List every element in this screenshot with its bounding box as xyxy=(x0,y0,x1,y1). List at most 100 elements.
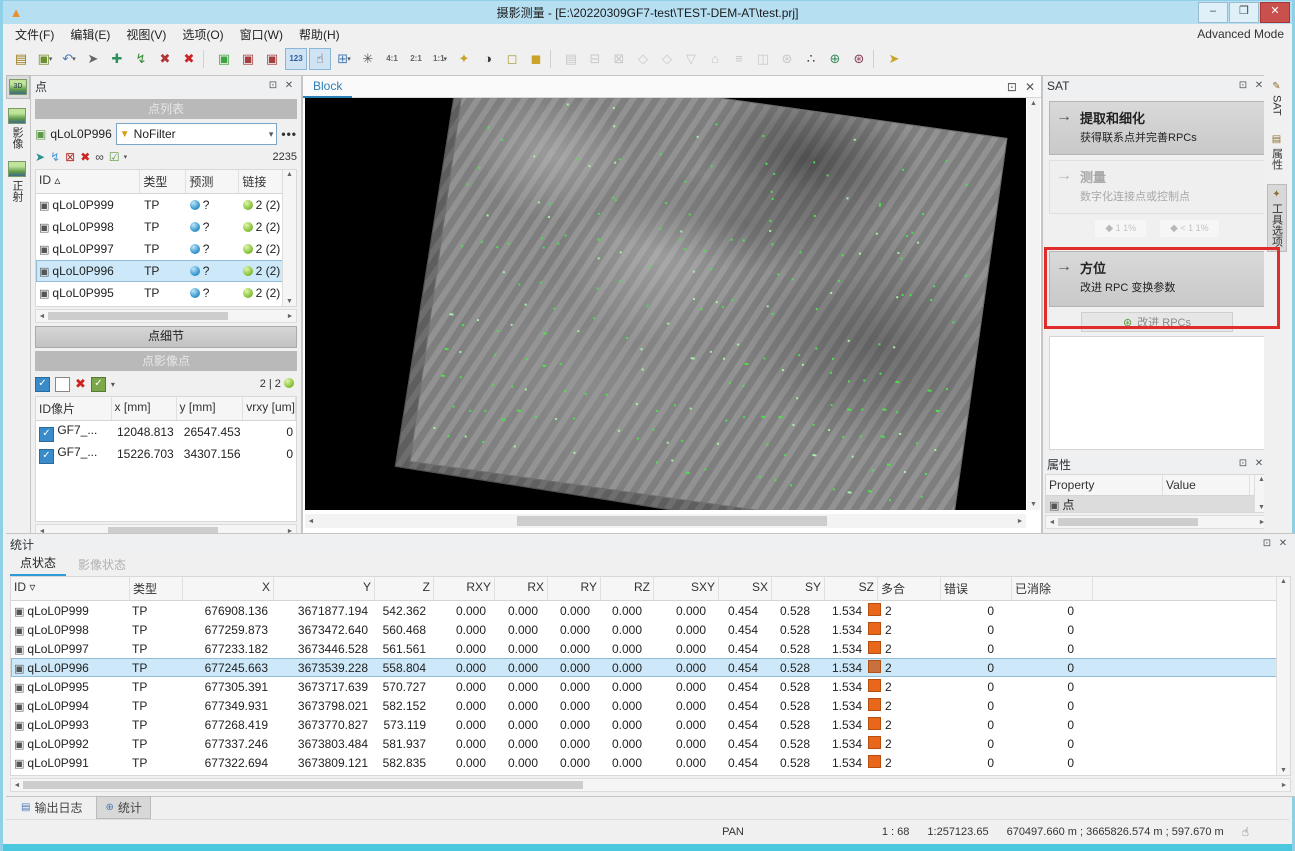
undo-move-icon[interactable]: ↶▾ xyxy=(58,48,80,70)
hide-image-icon[interactable]: ▣ xyxy=(237,48,259,70)
point-row[interactable]: ▣qLoL0P997TP?2 (2) xyxy=(36,238,296,260)
select-cursor-icon[interactable]: ➤ xyxy=(82,48,104,70)
stats-row[interactable]: ▣qLoL0P991TP677322.6943673809.121582.835… xyxy=(11,753,1290,772)
delete-point-icon[interactable]: ✖ xyxy=(178,48,200,70)
measurement-row[interactable]: ✓ GF7_...15226.70334307.1560 xyxy=(36,443,296,465)
stats-col-header[interactable]: 类型 xyxy=(130,577,183,600)
stats-col-header[interactable]: RY xyxy=(548,577,601,600)
fit-view-icon[interactable]: ✳ xyxy=(357,48,379,70)
meas-col-header[interactable]: x [mm] xyxy=(112,397,177,420)
step-extract-refine[interactable]: → 提取和细化 获得联系点并完善RPCs xyxy=(1049,101,1265,155)
stats-col-header[interactable]: RZ xyxy=(601,577,654,600)
stats-row[interactable]: ▣qLoL0P994TP677349.9313673798.021582.152… xyxy=(11,696,1290,715)
tab-block[interactable]: Block xyxy=(303,75,352,98)
row-checkbox[interactable]: ✓ xyxy=(39,427,54,442)
point-row[interactable]: ▣qLoL0P998TP?2 (2) xyxy=(36,216,296,238)
stats-col-header[interactable]: SY xyxy=(772,577,825,600)
undock-icon[interactable]: ⊡ xyxy=(1235,457,1251,471)
delete-point-icon[interactable]: ✖ xyxy=(80,150,90,164)
tab-3d-view[interactable]: 3D xyxy=(6,75,30,99)
menu-item[interactable]: 窗口(W) xyxy=(232,24,291,45)
stats-col-header[interactable]: SX xyxy=(719,577,772,600)
stats-col-header[interactable]: 已消除 xyxy=(1012,577,1093,600)
step-orientation[interactable]: → 方位 改进 RPC 变换参数 xyxy=(1049,251,1265,307)
menu-item[interactable]: 帮助(H) xyxy=(291,24,348,45)
chevron-down-icon[interactable]: ▾ xyxy=(111,380,115,389)
pointer-mode-icon[interactable]: ➤ xyxy=(883,48,905,70)
menu-item[interactable]: 编辑(E) xyxy=(62,24,118,45)
props-hscrollbar[interactable]: ◄► xyxy=(1045,515,1269,529)
stats-vscrollbar[interactable]: ▲▼ xyxy=(1276,577,1290,775)
globe-icon[interactable]: ⊕ xyxy=(824,48,846,70)
tab-images[interactable]: 影像 xyxy=(6,105,28,152)
key-icon[interactable]: ✦ xyxy=(453,48,475,70)
tripod-icon[interactable]: ∴ xyxy=(800,48,822,70)
quality-badge[interactable]: ◆ < 1 1% xyxy=(1160,220,1219,237)
point-details-button[interactable]: 点细节 xyxy=(35,326,297,348)
point-row[interactable]: ▣qLoL0P999TP?2 (2) xyxy=(36,194,296,216)
point-graph-icon[interactable]: ↯ xyxy=(50,150,60,164)
props-col-value[interactable]: Value xyxy=(1163,475,1250,495)
save-icon[interactable]: ▤ xyxy=(10,48,32,70)
delete-measurement-icon[interactable]: ✖ xyxy=(75,376,86,392)
find-icon[interactable]: ∞ xyxy=(95,150,104,164)
meas-col-header[interactable]: y [mm] xyxy=(177,397,244,420)
refine-rpcs-button[interactable]: ⊛ 改进 RPCs xyxy=(1081,312,1233,332)
stats-row[interactable]: ▣qLoL0P997TP677233.1823673446.528561.561… xyxy=(11,639,1290,658)
block-canvas[interactable] xyxy=(305,98,1026,510)
uncheck-all-icon[interactable] xyxy=(55,377,70,392)
add-photo-icon[interactable]: ▣▾ xyxy=(34,48,56,70)
menu-item[interactable]: 视图(V) xyxy=(118,24,174,45)
zoom-window-icon[interactable]: ⊞▾ xyxy=(333,48,355,70)
check-all-icon[interactable]: ✓ xyxy=(35,377,50,392)
stats-col-header[interactable]: SXY xyxy=(654,577,719,600)
minimize-button[interactable]: – xyxy=(1198,2,1228,23)
tab-ortho[interactable]: 正射 xyxy=(6,158,28,205)
stats-row[interactable]: ▣qLoL0P996TP677245.6633673539.228558.804… xyxy=(11,658,1290,677)
point-col-header[interactable]: ID ▵ xyxy=(36,170,140,193)
props-row[interactable]: ▣点 xyxy=(1046,496,1268,512)
meas-col-header[interactable]: vrxy [um] xyxy=(243,397,296,420)
stats-col-header[interactable]: RXY xyxy=(434,577,495,600)
delete-selection-icon[interactable]: ✖ xyxy=(154,48,176,70)
stats-col-header[interactable]: 多合 xyxy=(878,577,941,600)
close-icon[interactable]: ✕ xyxy=(1025,80,1035,94)
delete-filtered-icon[interactable]: ⊠ xyxy=(65,150,75,164)
tab-sat[interactable]: ✎SAT xyxy=(1270,77,1284,120)
stats-col-header[interactable]: X xyxy=(183,577,274,600)
stats-col-header[interactable]: Z xyxy=(375,577,434,600)
stats-row[interactable]: ▣qLoL0P999TP676908.1363671877.194542.362… xyxy=(11,601,1290,620)
props-col-property[interactable]: Property xyxy=(1046,475,1163,495)
lock-icon[interactable]: ◼ xyxy=(525,48,547,70)
stats-col-header[interactable]: SZ xyxy=(825,577,878,600)
pan-icon[interactable]: ☝ xyxy=(309,48,331,70)
menu-item[interactable]: 选项(O) xyxy=(174,24,231,45)
tab-properties[interactable]: ▤属性 xyxy=(1268,130,1286,174)
undock-icon[interactable]: ⊡ xyxy=(1235,79,1251,93)
measurement-row[interactable]: ✓ GF7_...12048.81326547.4530 xyxy=(36,421,296,443)
quality-badge[interactable]: ◆ 1 1% xyxy=(1095,220,1146,237)
show-image-icon[interactable]: ▣ xyxy=(213,48,235,70)
zoom-4-1-icon[interactable]: 4:1 xyxy=(381,48,403,70)
meas-col-header[interactable]: ID像片 xyxy=(36,397,112,420)
point-edit-icon[interactable]: ▣ xyxy=(35,127,46,141)
point-row[interactable]: ▣qLoL0P995TP?2 (2) xyxy=(36,282,296,304)
point-col-header[interactable]: 类型 xyxy=(140,170,186,193)
filter-combobox[interactable]: ▼ NoFilter ▾ xyxy=(116,123,278,145)
stats-row[interactable]: ▣qLoL0P995TP677305.3913673717.639570.727… xyxy=(11,677,1290,696)
close-icon[interactable]: ✕ xyxy=(1275,537,1291,551)
stats-col-header[interactable]: 错误 xyxy=(941,577,1012,600)
measure-pin-icon[interactable]: ➤ xyxy=(35,150,45,164)
dock-tab-log[interactable]: ▤输出日志 xyxy=(13,797,90,818)
maximize-button[interactable]: ❐ xyxy=(1229,2,1259,23)
unlock-icon[interactable]: ◻ xyxy=(501,48,523,70)
polyline-icon[interactable]: ↯ xyxy=(130,48,152,70)
undock-icon[interactable]: ⊡ xyxy=(265,79,281,93)
filter-more-button[interactable]: ••• xyxy=(281,127,297,141)
accept-icon[interactable]: ✓ xyxy=(91,377,106,392)
stats-hscrollbar[interactable]: ◄► xyxy=(10,778,1291,792)
stats-row[interactable]: ▣qLoL0P998TP677259.8733673472.640560.468… xyxy=(11,620,1290,639)
measure-point-icon[interactable]: ✚ xyxy=(106,48,128,70)
close-icon[interactable]: ✕ xyxy=(281,79,297,93)
row-checkbox[interactable]: ✓ xyxy=(39,449,54,464)
